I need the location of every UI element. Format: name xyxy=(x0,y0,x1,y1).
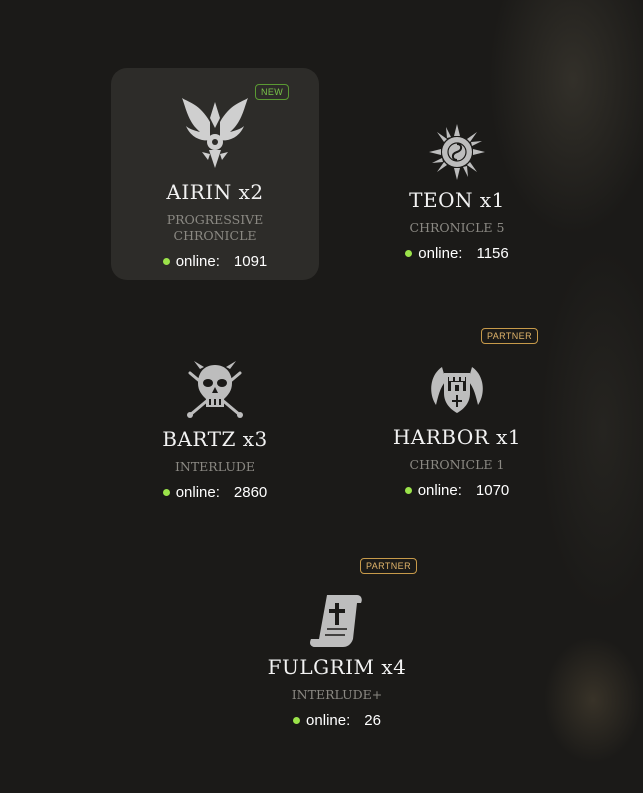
online-dot-icon xyxy=(162,488,170,496)
partner-badge: PARTNER xyxy=(481,328,538,344)
server-chronicle-line2: CHRONICLE xyxy=(173,228,257,243)
online-dot-icon xyxy=(162,257,170,265)
new-badge: NEW xyxy=(255,84,290,100)
castle-shield-icon xyxy=(431,367,483,413)
online-count: 2860 xyxy=(233,484,268,501)
online-label: online: xyxy=(175,484,220,501)
online-count: 1156 xyxy=(476,245,509,262)
server-chronicle: INTERLUDE+ xyxy=(291,687,383,702)
server-card-harbor[interactable]: PARTNER HARBOR x1 CHRONICLE 1 online: 107… xyxy=(353,328,561,515)
online-label: online: xyxy=(418,245,463,262)
server-name: BARTZ x3 xyxy=(162,427,268,451)
server-card-teon[interactable]: TEON x1 CHRONICLE 5 online: 1156 xyxy=(353,118,561,278)
online-status: online: 1070 xyxy=(353,482,561,499)
online-count: 1091 xyxy=(233,253,268,270)
server-chronicle: PROGRESSIVE CHRONICLE xyxy=(111,212,319,244)
server-card-airin[interactable]: NEW AIRIN x2 PROGRESSIVE CHRONICLE onlin… xyxy=(111,68,319,280)
scroll-icon xyxy=(310,595,362,647)
online-dot-icon xyxy=(405,249,413,257)
online-label: online: xyxy=(417,482,462,499)
winged-crest-icon xyxy=(182,98,248,168)
online-status: online: 26 xyxy=(233,712,441,729)
online-label: online: xyxy=(306,712,351,729)
sun-sigil-icon xyxy=(429,124,485,180)
online-label: online: xyxy=(175,253,220,270)
online-dot-icon xyxy=(404,486,412,494)
server-chronicle: CHRONICLE 1 xyxy=(409,457,505,472)
server-chronicle: INTERLUDE xyxy=(174,459,256,474)
online-status: online: 2860 xyxy=(111,484,319,501)
online-status: online: 1091 xyxy=(111,253,319,270)
server-card-bartz[interactable]: BARTZ x3 INTERLUDE online: 2860 xyxy=(111,355,319,515)
online-status: online: 1156 xyxy=(353,245,561,262)
online-count: 26 xyxy=(364,712,381,729)
online-count: 1070 xyxy=(475,482,510,499)
server-card-fulgrim[interactable]: PARTNER FULGRIM x4 INTERLUDE+ online: 26 xyxy=(233,558,441,745)
server-name: TEON x1 xyxy=(409,188,505,212)
server-chronicle: CHRONICLE 5 xyxy=(409,220,505,235)
server-name: FULGRIM x4 xyxy=(267,655,407,679)
server-name: AIRIN x2 xyxy=(166,180,264,204)
online-dot-icon xyxy=(293,716,301,724)
partner-badge: PARTNER xyxy=(360,558,417,574)
server-chronicle-line1: PROGRESSIVE xyxy=(166,212,264,227)
skull-maces-icon xyxy=(187,361,243,418)
server-name: HARBOR x1 xyxy=(392,425,522,449)
